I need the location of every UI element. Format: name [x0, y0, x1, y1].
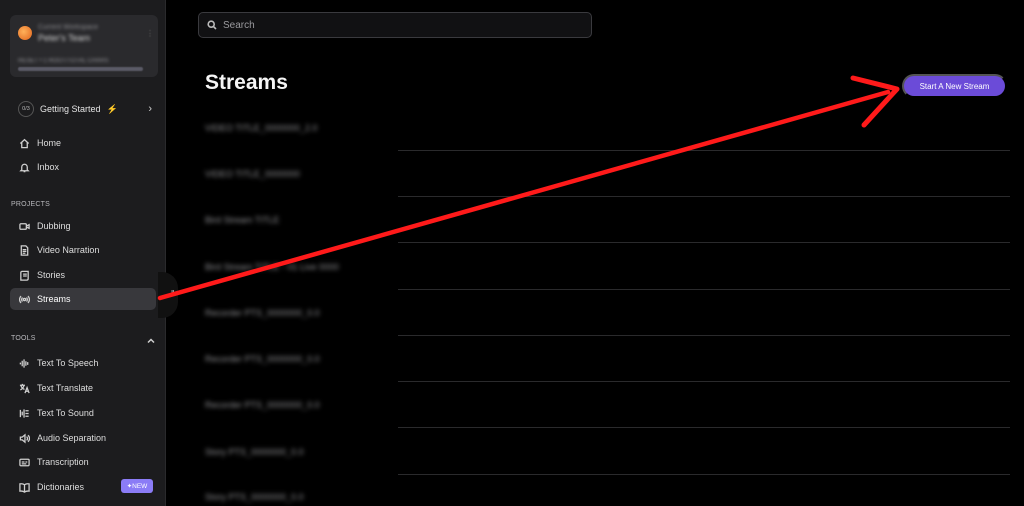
sidebar-item-video-narration[interactable]: Video Narration — [10, 239, 156, 261]
video-camera-icon — [18, 220, 30, 232]
document-icon — [18, 244, 30, 256]
row-divider — [398, 289, 1010, 290]
projects-heading: PROJECTS — [11, 201, 50, 208]
book-icon — [18, 481, 30, 493]
workspace-org: Current Workspace — [38, 24, 99, 31]
sidebar-item-label: Text To Sound — [37, 408, 94, 418]
sidebar-item-transcription[interactable]: Transcription — [10, 451, 156, 473]
tools-heading: TOOLS — [11, 335, 36, 342]
sidebar-item-home[interactable]: Home — [10, 132, 156, 154]
progress-ring-icon: 0/3 — [18, 101, 34, 117]
sidebar-item-text-translate[interactable]: Text Translate — [10, 377, 156, 399]
sidebar-item-label: Stories — [37, 270, 66, 280]
home-icon — [18, 137, 30, 149]
bell-icon — [18, 161, 30, 173]
stream-item[interactable]: VIDEO TITLE_0000000_2.0 — [205, 123, 317, 133]
waveform-icon — [18, 357, 30, 369]
more-icon[interactable]: ⋮ — [146, 29, 154, 39]
stream-item[interactable]: VIDEO TITLE_0000000 — [205, 169, 300, 179]
getting-started-label: Getting Started — [40, 104, 101, 114]
sidebar-item-label: Dictionaries — [37, 482, 85, 492]
search-input[interactable] — [223, 19, 583, 31]
start-new-stream-button[interactable]: Start A New Stream — [902, 74, 1007, 98]
sidebar-item-audio-separation[interactable]: Audio Separation — [10, 427, 156, 449]
sidebar-item-label: Audio Separation — [37, 433, 107, 443]
sidebar-item-label: Home — [37, 138, 62, 148]
sidebar-item-streams[interactable]: Streams — [10, 288, 156, 310]
row-divider — [398, 427, 1010, 428]
row-divider — [398, 196, 1010, 197]
row-divider — [398, 335, 1010, 336]
sidebar-item-dubbing[interactable]: Dubbing — [10, 215, 156, 237]
speaker-icon — [18, 432, 30, 444]
row-divider — [398, 474, 1010, 475]
sound-effects-icon — [18, 407, 30, 419]
sidebar: Current Workspace Peter's Team ⋮ RESET •… — [0, 0, 166, 506]
usage-bar — [18, 67, 144, 71]
scroll-icon — [18, 269, 30, 281]
workspace-avatar — [18, 26, 32, 40]
stream-item[interactable]: Story PTS_0000000_0.0 — [205, 492, 304, 502]
sidebar-item-label: Text Translate — [37, 383, 94, 393]
sidebar-item-stories[interactable]: Stories — [10, 264, 156, 286]
stream-item[interactable]: Story PTS_0000000_0.0 — [205, 447, 304, 457]
row-divider — [398, 381, 1010, 382]
sidebar-collapse-handle[interactable] — [158, 272, 178, 318]
stream-item[interactable]: Bird Stream TITLE - 01 Live 0000 — [205, 262, 339, 272]
captions-icon — [18, 456, 30, 468]
stream-item[interactable]: Recorder PTS_0000000_0.0 — [205, 308, 320, 318]
workspace-card[interactable]: Current Workspace Peter's Team ⋮ RESET •… — [10, 15, 158, 77]
sidebar-item-label: Dubbing — [37, 221, 71, 231]
search-bar[interactable] — [198, 12, 592, 38]
new-badge: ✦NEW — [121, 479, 153, 493]
row-divider — [398, 242, 1010, 243]
row-divider — [398, 150, 1010, 151]
getting-started[interactable]: 0/3 Getting Started ⚡ › — [10, 96, 158, 122]
sidebar-item-label: Video Narration — [37, 245, 100, 255]
sidebar-item-text-to-speech[interactable]: Text To Speech — [10, 352, 156, 374]
stream-item[interactable]: Bird Stream TITLE — [205, 215, 279, 225]
page-title: Streams — [205, 71, 288, 94]
sidebar-item-label: Text To Speech — [37, 358, 99, 368]
sidebar-item-text-to-sound[interactable]: Text To Sound — [10, 402, 156, 424]
sidebar-item-label: Inbox — [37, 162, 60, 172]
grip-icon[interactable]: ‖ — [171, 289, 174, 298]
sidebar-item-label: Streams — [37, 294, 71, 304]
stream-item[interactable]: Recorder PTS_0000000_0.0 — [205, 400, 320, 410]
translate-icon — [18, 382, 30, 394]
sidebar-item-inbox[interactable]: Inbox — [10, 156, 156, 178]
lightning-icon: ⚡ — [106, 103, 118, 114]
stream-item[interactable]: Recorder PTS_0000000_0.0 — [205, 354, 320, 364]
search-icon — [207, 20, 217, 30]
broadcast-icon — [18, 293, 30, 305]
usage-text: RESET • 1 ROOT/TOTAL CHARS — [18, 58, 109, 64]
workspace-name: Peter's Team — [38, 33, 91, 43]
sidebar-item-label: Transcription — [37, 457, 89, 467]
chevron-up-icon[interactable] — [146, 333, 156, 344]
chevron-right-icon: › — [148, 103, 152, 115]
